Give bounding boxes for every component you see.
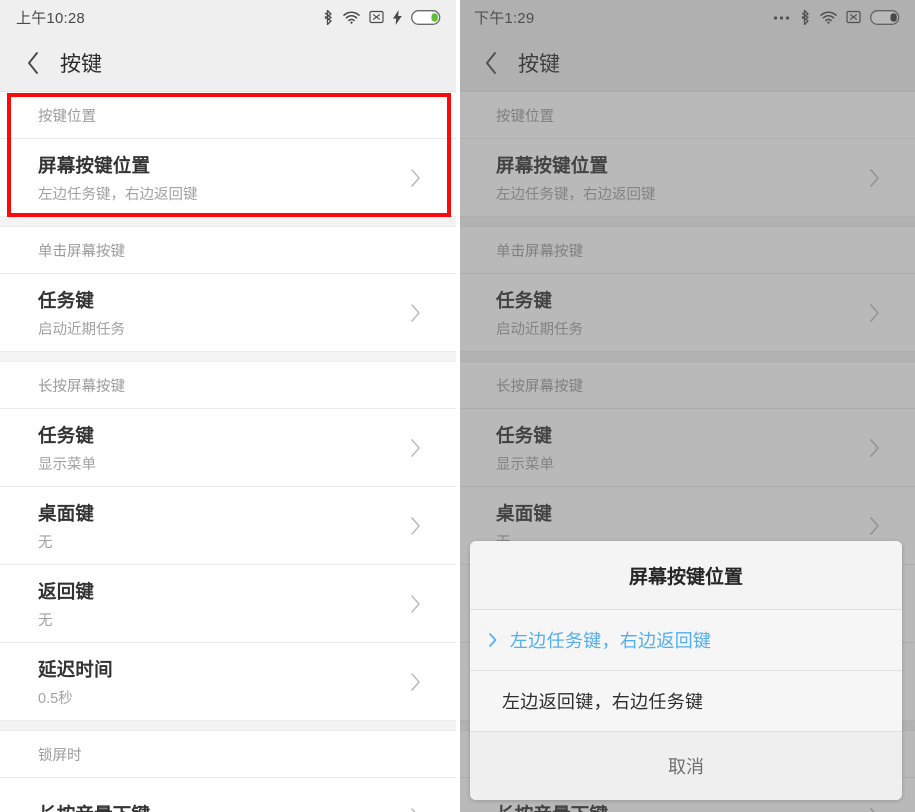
section-divider bbox=[0, 351, 456, 362]
row-title: 延迟时间 bbox=[38, 658, 113, 680]
wifi-icon bbox=[343, 10, 360, 24]
row-text: 长按音量下键 bbox=[38, 801, 406, 812]
row-subtitle: 0.5秒 bbox=[38, 690, 73, 707]
section-header-long-press: 长按屏幕按键 bbox=[0, 362, 456, 408]
chevron-right-icon bbox=[406, 303, 426, 323]
panel-divider bbox=[458, 0, 460, 812]
row-subtitle: 显示菜单 bbox=[38, 456, 96, 473]
left-title-bar: 按键 bbox=[0, 34, 456, 92]
row-back-key-longpress[interactable]: 返回键 无 bbox=[0, 564, 456, 642]
left-status-bar: 上午10:28 bbox=[0, 0, 456, 34]
section-header-single-tap: 单击屏幕按键 bbox=[0, 227, 456, 273]
screen-key-position-dialog: 屏幕按键位置 左边任务键，右边返回键 左边返回键，右边任务键 取消 bbox=[470, 541, 902, 800]
row-title: 屏幕按键位置 bbox=[38, 154, 151, 176]
chevron-left-icon[interactable] bbox=[20, 50, 46, 76]
row-home-key-longpress[interactable]: 桌面键 无 bbox=[0, 486, 456, 564]
dual-phone-screenshot: 上午10:28 按键 按键位置 屏幕按键位置 左边任务键，右边返回键 单击屏幕按… bbox=[0, 0, 915, 812]
row-text: 返回键 无 bbox=[38, 578, 406, 630]
left-phone-panel: 上午10:28 按键 按键位置 屏幕按键位置 左边任务键，右边返回键 单击屏幕按… bbox=[0, 0, 458, 812]
section-header-key-position: 按键位置 bbox=[0, 92, 456, 138]
row-text: 桌面键 无 bbox=[38, 500, 406, 552]
chevron-right-icon bbox=[484, 632, 502, 648]
row-title: 桌面键 bbox=[38, 502, 95, 524]
row-volume-down-longpress[interactable]: 长按音量下键 bbox=[0, 777, 456, 812]
status-icon-group bbox=[322, 9, 442, 26]
row-subtitle: 左边任务键，右边返回键 bbox=[38, 186, 198, 203]
chevron-right-icon bbox=[406, 807, 426, 812]
dialog-title: 屏幕按键位置 bbox=[470, 541, 902, 609]
charging-bolt-icon bbox=[393, 9, 402, 25]
dialog-option-label: 左边任务键，右边返回键 bbox=[510, 631, 712, 651]
row-subtitle: 无 bbox=[38, 612, 53, 629]
chevron-right-icon bbox=[406, 594, 426, 614]
row-subtitle: 无 bbox=[38, 534, 53, 551]
row-title: 返回键 bbox=[38, 580, 95, 602]
row-task-key-tap[interactable]: 任务键 启动近期任务 bbox=[0, 273, 456, 351]
row-text: 任务键 启动近期任务 bbox=[38, 287, 406, 339]
row-delay-time[interactable]: 延迟时间 0.5秒 bbox=[0, 642, 456, 720]
chevron-right-icon bbox=[406, 438, 426, 458]
dialog-cancel-button[interactable]: 取消 bbox=[470, 731, 902, 800]
page-title: 按键 bbox=[60, 52, 102, 76]
bluetooth-icon bbox=[322, 9, 334, 26]
row-title: 任务键 bbox=[38, 424, 95, 446]
section-header-lockscreen: 锁屏时 bbox=[0, 731, 456, 777]
chevron-right-icon bbox=[406, 516, 426, 536]
dialog-option-back-left[interactable]: 左边返回键，右边任务键 bbox=[470, 670, 902, 731]
row-text: 任务键 显示菜单 bbox=[38, 422, 406, 474]
battery-icon bbox=[411, 9, 442, 25]
right-phone-panel: 下午1:29 按键 按键位置 屏幕按键位置 左边任务键，右边返回键 单击屏幕按键… bbox=[458, 0, 915, 812]
row-title: 任务键 bbox=[38, 289, 95, 311]
row-screen-key-position[interactable]: 屏幕按键位置 左边任务键，右边返回键 bbox=[0, 138, 456, 216]
row-title: 长按音量下键 bbox=[38, 801, 406, 812]
status-time: 上午10:28 bbox=[16, 9, 85, 27]
chevron-right-icon bbox=[406, 672, 426, 692]
section-divider bbox=[0, 216, 456, 227]
section-divider bbox=[0, 720, 456, 731]
row-text: 屏幕按键位置 左边任务键，右边返回键 bbox=[38, 152, 406, 204]
sim-x-icon bbox=[369, 10, 384, 24]
dialog-option-task-left[interactable]: 左边任务键，右边返回键 bbox=[470, 609, 902, 670]
chevron-right-icon bbox=[406, 168, 426, 188]
row-text: 延迟时间 0.5秒 bbox=[38, 656, 406, 708]
dialog-option-label: 左边返回键，右边任务键 bbox=[502, 692, 704, 712]
row-task-key-longpress[interactable]: 任务键 显示菜单 bbox=[0, 408, 456, 486]
row-subtitle: 启动近期任务 bbox=[38, 321, 125, 338]
left-settings-list: 按键位置 屏幕按键位置 左边任务键，右边返回键 单击屏幕按键 任务键 启动近期任… bbox=[0, 92, 456, 812]
